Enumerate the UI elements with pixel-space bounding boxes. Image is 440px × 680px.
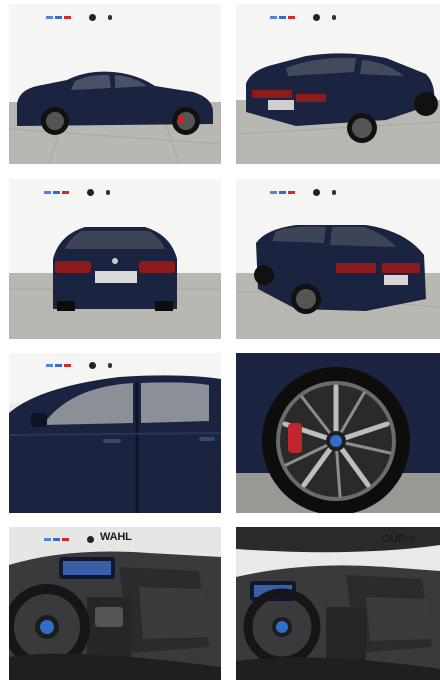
photo-side-doors-detail[interactable] xyxy=(9,353,221,513)
photo-interior-cockpit[interactable] xyxy=(9,527,221,680)
photo-rear-three-quarter-left[interactable] xyxy=(236,179,440,339)
photo-rear[interactable] xyxy=(9,179,221,339)
photo-wheel-detail[interactable] xyxy=(236,353,440,513)
photo-interior-panoramic[interactable] xyxy=(236,527,440,680)
photo-rear-three-quarter-right[interactable] xyxy=(236,4,440,164)
photo-side-profile[interactable] xyxy=(9,4,221,164)
